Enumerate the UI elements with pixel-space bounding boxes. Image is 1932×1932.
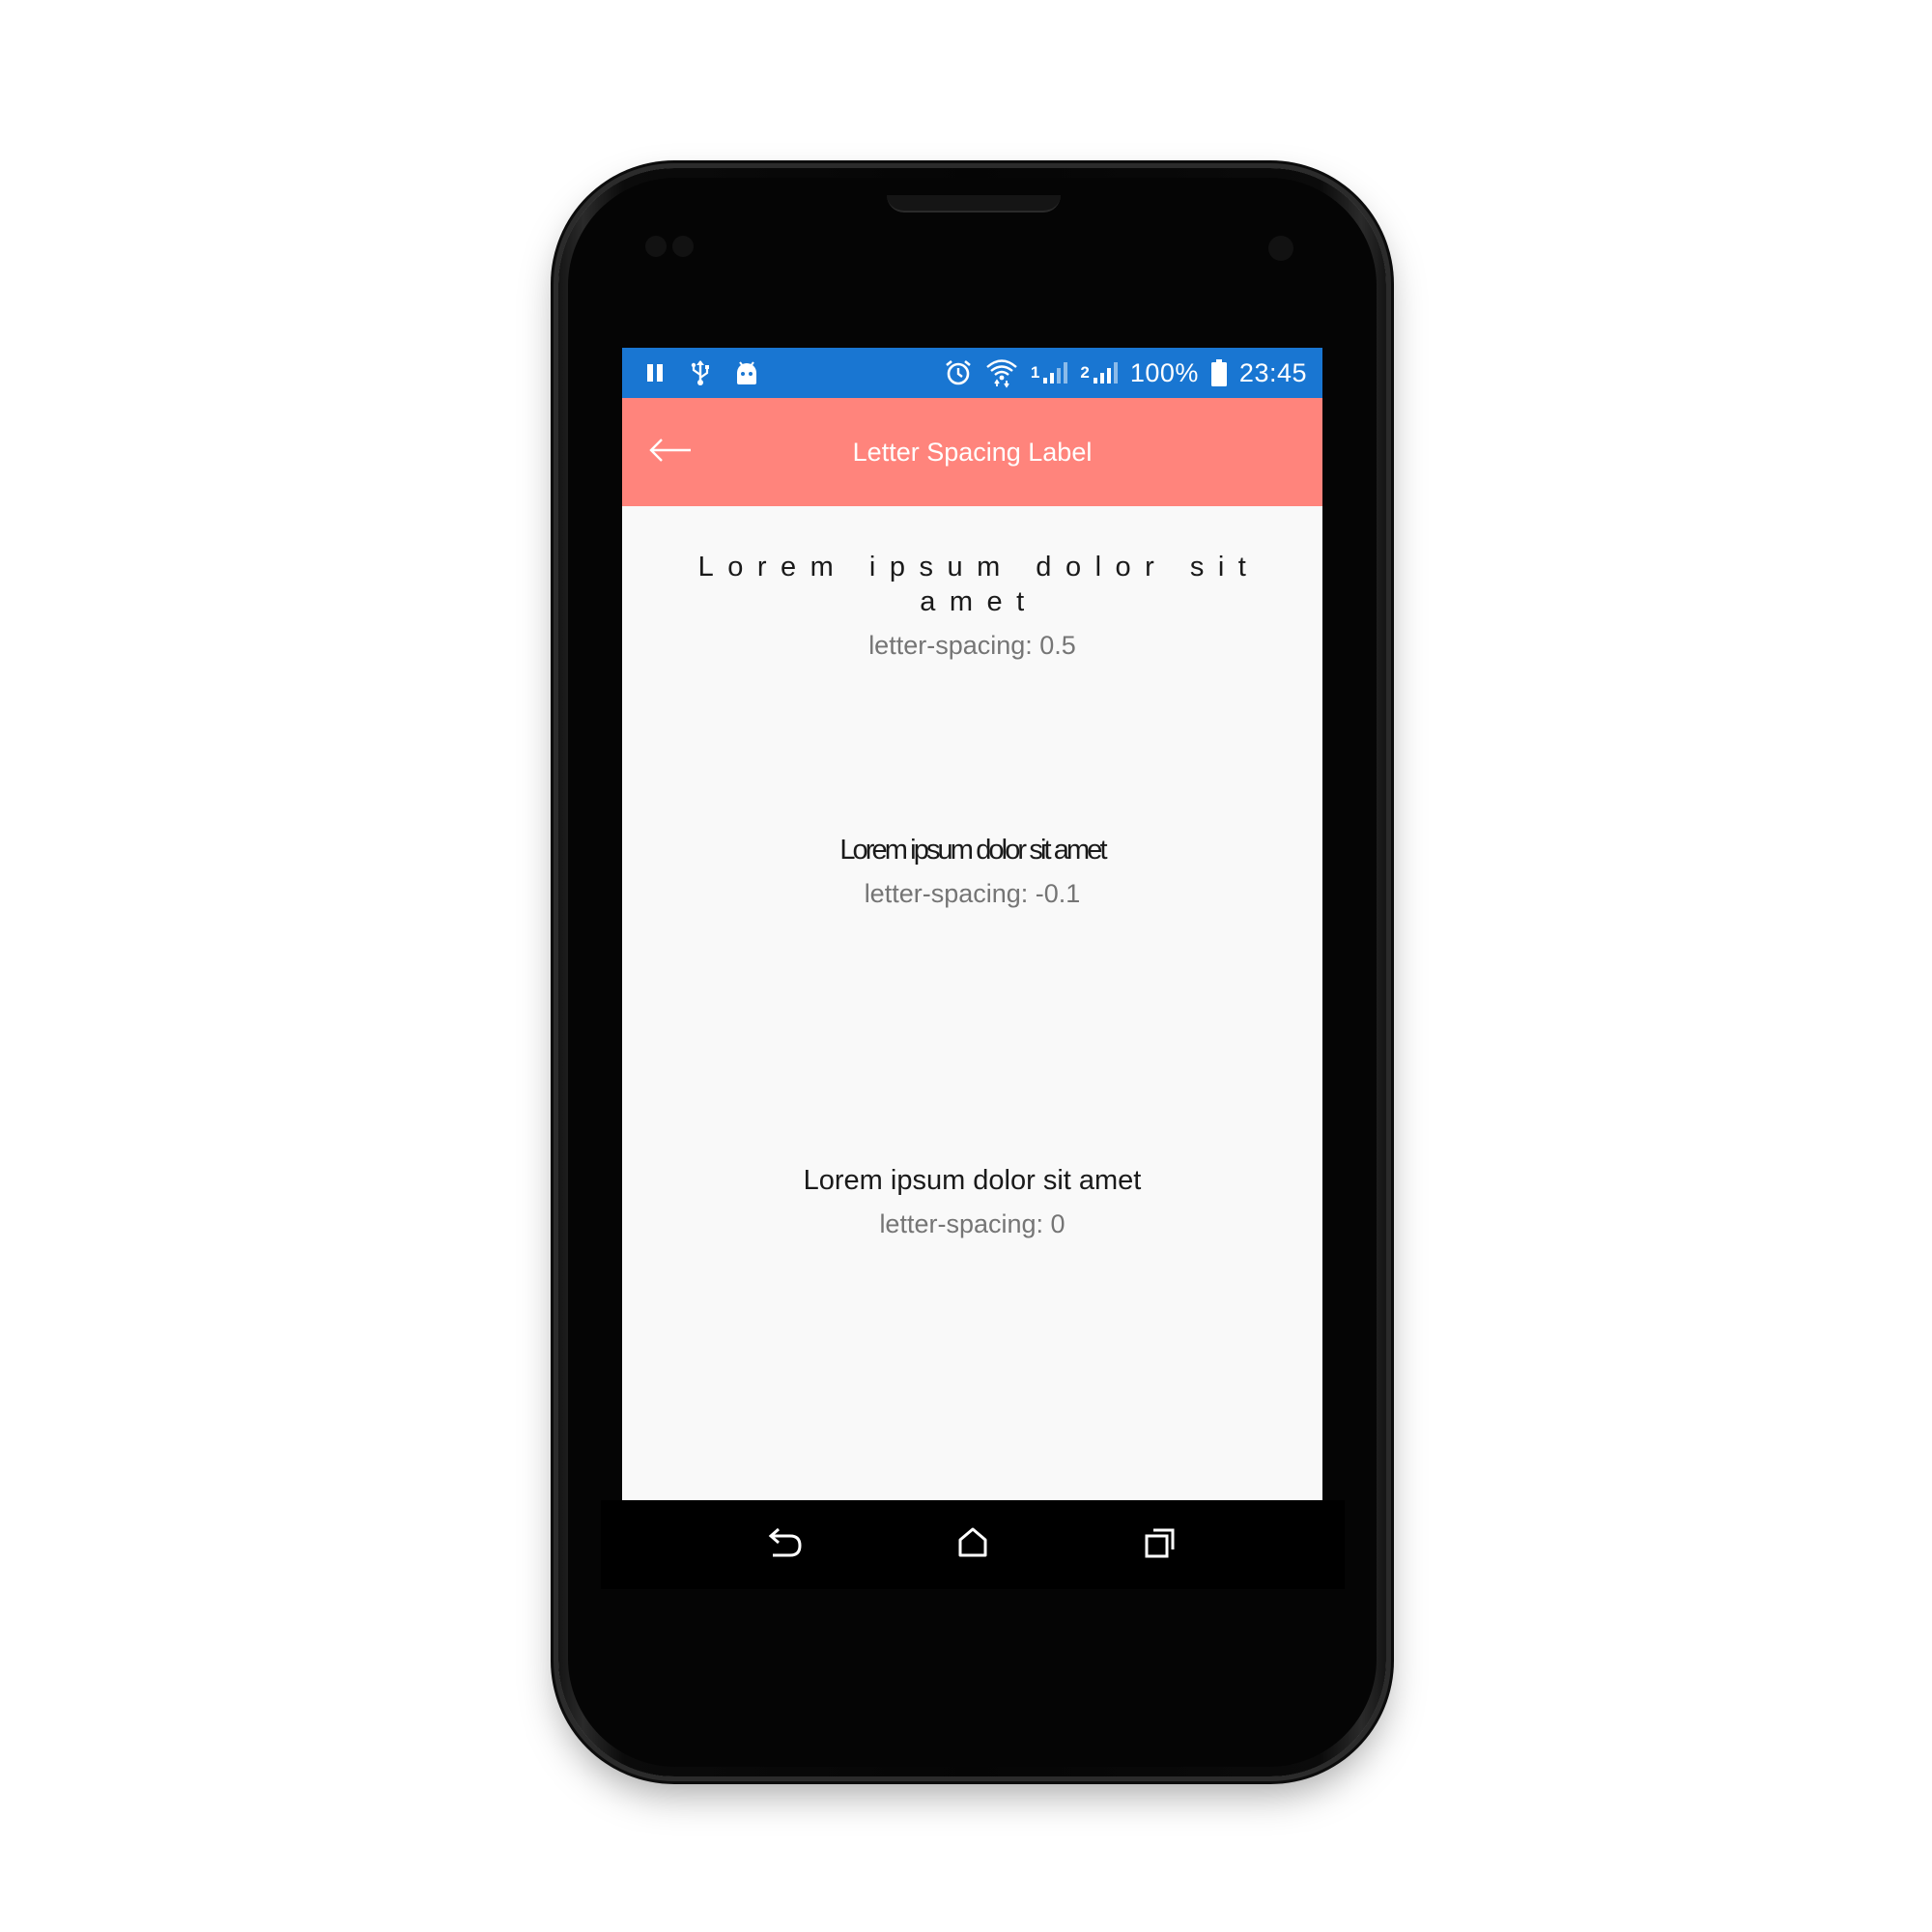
android-debug-icon (734, 359, 759, 386)
status-bar: 1 2 100% 23:45 (622, 348, 1322, 398)
sample-wide-spacing: Lorem ipsum dolor sit amet letter-spacin… (622, 550, 1322, 661)
sample-normal-spacing: Lorem ipsum dolor sit amet letter-spacin… (622, 1163, 1322, 1239)
sample-text: Lorem ipsum dolor sit amet (803, 1165, 1142, 1196)
app-bar: Letter Spacing Label (622, 398, 1322, 506)
sample-text: Lorem ipsum dolor sit amet (839, 835, 1107, 866)
back-button[interactable] (647, 433, 694, 471)
proximity-sensor (672, 236, 694, 257)
signal-sim2-icon: 2 (1080, 360, 1118, 385)
wifi-icon (984, 357, 1019, 388)
sample-tight-spacing: Lorem ipsum dolor sit amet letter-spacin… (622, 833, 1322, 909)
content-area: Lorem ipsum dolor sit amet letter-spacin… (622, 506, 1322, 1500)
recents-button[interactable] (1139, 1523, 1181, 1566)
alarm-icon (944, 358, 973, 387)
sim1-label: 1 (1030, 363, 1040, 382)
sample-text: Lorem ipsum dolor sit amet (697, 552, 1261, 617)
home-icon (956, 1526, 989, 1564)
status-time: 23:45 (1238, 357, 1307, 387)
navigation-bar (601, 1500, 1345, 1589)
proximity-sensor (645, 236, 667, 257)
device-frame: 1 2 100% 23:45 Letter Spacing Label Lore… (0, 0, 1932, 1932)
sample-caption: letter-spacing: 0 (879, 1209, 1065, 1238)
power-button (1385, 440, 1393, 551)
sample-caption: letter-spacing: -0.1 (864, 879, 1081, 908)
battery-percent: 100% (1129, 357, 1199, 387)
usb-icon (690, 359, 711, 386)
home-button[interactable] (952, 1523, 994, 1566)
pause-icon (643, 361, 667, 384)
back-nav-icon (767, 1526, 804, 1564)
back-nav-button[interactable] (764, 1523, 807, 1566)
sample-caption: letter-spacing: 0.5 (868, 631, 1076, 660)
signal-sim1-icon: 1 (1031, 360, 1068, 385)
recents-icon (1144, 1526, 1177, 1564)
earpiece-speaker (887, 195, 1061, 213)
page-title: Letter Spacing Label (852, 438, 1093, 467)
arrow-back-icon (648, 437, 693, 469)
battery-icon (1210, 358, 1228, 387)
sim2-label: 2 (1080, 363, 1090, 382)
phone-screen: 1 2 100% 23:45 Letter Spacing Label Lore… (622, 348, 1322, 1500)
front-camera (1268, 236, 1293, 261)
